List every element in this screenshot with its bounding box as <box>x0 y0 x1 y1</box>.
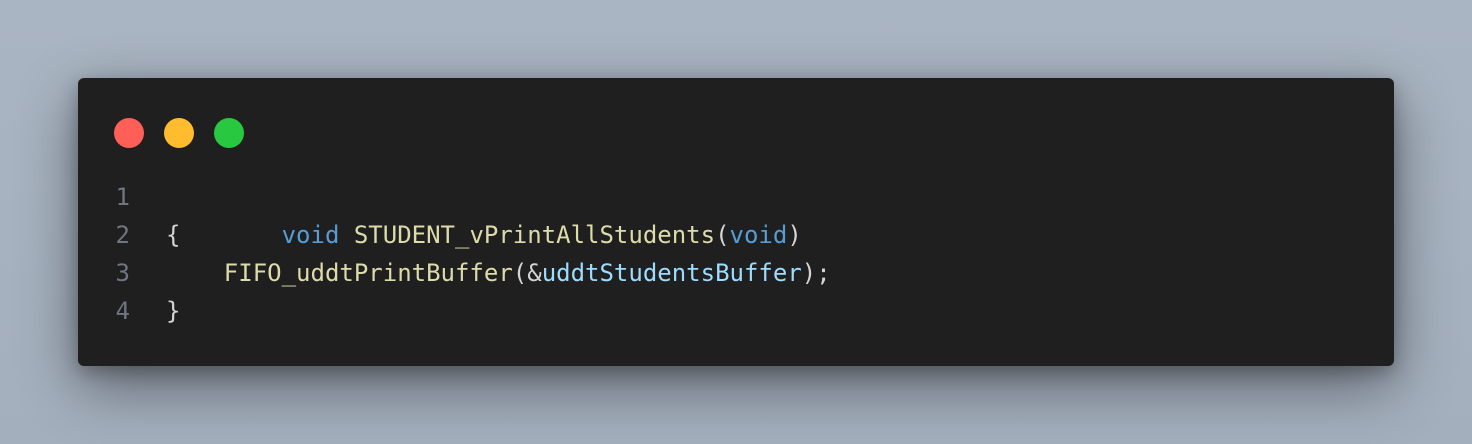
window-controls <box>114 118 244 148</box>
code-token: ) <box>787 221 802 249</box>
code-token: ); <box>801 259 831 287</box>
code-token: } <box>166 297 181 325</box>
code-line: 3 FIFO_uddtPrintBuffer(&uddtStudentsBuff… <box>78 254 831 292</box>
line-number: 4 <box>115 297 130 325</box>
minimize-button[interactable] <box>164 118 194 148</box>
code-token: void <box>281 221 340 249</box>
close-button[interactable] <box>114 118 144 148</box>
line-content: FIFO_uddtPrintBuffer(&uddtStudentsBuffer… <box>166 254 831 292</box>
line-number: 2 <box>115 221 130 249</box>
code-token: ( <box>715 221 730 249</box>
code-token: FIFO_uddtPrintBuffer <box>223 259 513 287</box>
line-content: } <box>166 292 180 330</box>
code-window: 1 void STUDENT_vPrintAllStudents(void) 2… <box>78 78 1394 366</box>
code-token: uddtStudentsBuffer <box>541 259 802 287</box>
code-block: 1 void STUDENT_vPrintAllStudents(void) 2… <box>78 178 831 330</box>
code-line: 4 } <box>78 292 831 330</box>
code-token: STUDENT_vPrintAllStudents <box>353 221 716 249</box>
maximize-button[interactable] <box>214 118 244 148</box>
code-token: { <box>166 221 181 249</box>
line-number: 3 <box>115 259 130 287</box>
line-content: { <box>166 216 180 254</box>
line-content: void STUDENT_vPrintAllStudents(void) <box>166 178 802 249</box>
code-line: 1 void STUDENT_vPrintAllStudents(void) <box>78 178 831 249</box>
code-token: void <box>729 221 788 249</box>
code-token: (& <box>512 259 542 287</box>
line-number: 1 <box>115 183 130 211</box>
